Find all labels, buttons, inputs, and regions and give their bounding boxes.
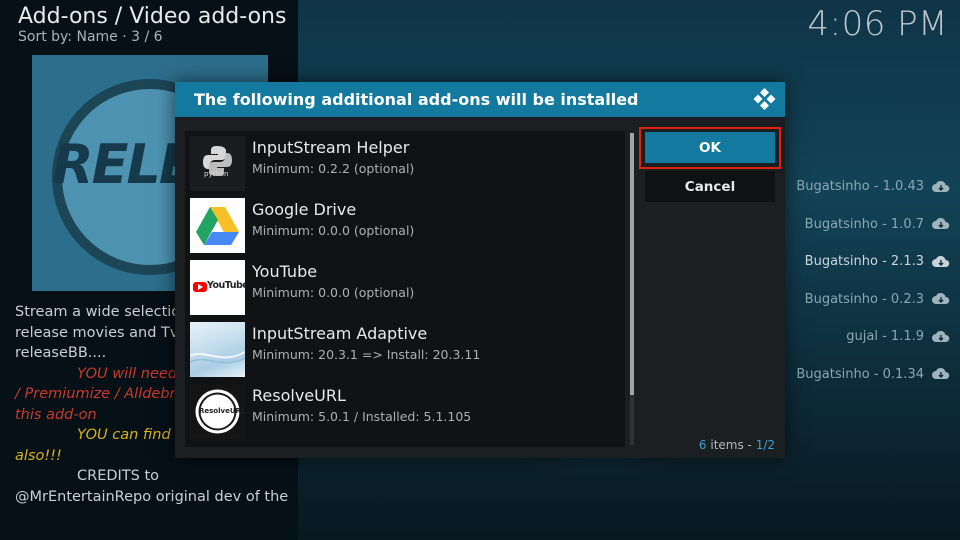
item-name: InputStream Adaptive [252, 324, 428, 343]
resolveurl-icon: ResolveURL [190, 384, 245, 439]
item-name: ResolveURL [252, 386, 346, 405]
version-item[interactable]: Bugatsinho - 0.1.34 [780, 356, 950, 394]
desc-line: @MrEntertainRepo original dev of the [15, 488, 289, 505]
dialog-header: The following additional add-ons will be… [175, 82, 785, 117]
item-desc: Minimum: 0.0.0 (optional) [252, 285, 415, 300]
version-item[interactable]: Bugatsinho - 1.0.7 [780, 206, 950, 244]
version-label: gujal - 1.1.9 [846, 329, 924, 345]
google-drive-icon [190, 198, 245, 253]
list-item[interactable]: python InputStream Helper Minimum: 0.2.2… [190, 133, 620, 191]
kodi-logo-icon [753, 88, 776, 110]
python-icon: python [190, 136, 245, 191]
version-item[interactable]: Bugatsinho - 1.0.43 [780, 168, 950, 206]
version-label: Bugatsinho - 2.1.3 [804, 254, 924, 270]
clock: 4:06 PM [807, 4, 948, 44]
list-item[interactable]: YouTube YouTube Minimum: 0.0.0 (optional… [190, 257, 620, 315]
list-scrollbar-track[interactable] [630, 395, 634, 445]
items-count: 6 items - 1/2 [699, 438, 775, 452]
dependencies-dialog: The following additional add-ons will be… [175, 82, 785, 458]
version-item[interactable]: Bugatsinho - 2.1.3 [780, 243, 950, 281]
item-desc: Minimum: 20.3.1 => Install: 20.3.11 [252, 347, 481, 362]
python-icon-label: python [204, 170, 229, 178]
dialog-title: The following additional add-ons will be… [194, 90, 639, 109]
items-count-page: 1/2 [755, 438, 775, 452]
sort-info: Sort by: Name · 3 / 6 [18, 29, 163, 45]
items-count-number: 6 [698, 438, 707, 452]
cancel-button[interactable]: Cancel [645, 171, 775, 202]
list-item[interactable]: InputStream Adaptive Minimum: 20.3.1 => … [190, 319, 620, 377]
version-list: Bugatsinho - 1.0.43 Bugatsinho - 1.0.7 B… [780, 168, 950, 393]
cloud-download-icon [932, 218, 950, 230]
item-desc: Minimum: 0.0.0 (optional) [252, 223, 415, 238]
cloud-download-icon [932, 293, 950, 305]
version-label: Bugatsinho - 1.0.7 [804, 216, 924, 232]
version-label: Bugatsinho - 0.2.3 [804, 291, 924, 307]
list-item[interactable]: Google Drive Minimum: 0.0.0 (optional) [190, 195, 620, 253]
youtube-icon-label: YouTube [207, 280, 245, 291]
inputstream-adaptive-icon [190, 322, 245, 377]
ok-button[interactable]: OK [645, 132, 775, 163]
list-item[interactable]: ResolveURL ResolveURL Minimum: 5.0.1 / I… [190, 381, 620, 439]
item-name: YouTube [252, 262, 318, 281]
version-label: Bugatsinho - 0.1.34 [796, 366, 924, 382]
item-desc: Minimum: 0.2.2 (optional) [252, 161, 415, 176]
list-scrollbar-thumb[interactable] [630, 133, 634, 395]
version-label: Bugatsinho - 1.0.43 [796, 179, 924, 195]
cloud-download-icon [932, 255, 950, 267]
item-name: InputStream Helper [252, 138, 410, 157]
resolveurl-icon-label: ResolveURL [199, 407, 245, 415]
cloud-download-icon [932, 330, 950, 342]
items-count-text: items - [706, 438, 756, 452]
item-name: Google Drive [252, 200, 357, 219]
cloud-download-icon [932, 180, 950, 192]
version-item[interactable]: Bugatsinho - 0.2.3 [780, 281, 950, 319]
addon-list: python InputStream Helper Minimum: 0.2.2… [185, 131, 625, 447]
version-item[interactable]: gujal - 1.1.9 [780, 318, 950, 356]
item-desc: Minimum: 5.0.1 / Installed: 5.1.105 [252, 409, 472, 424]
desc-line: CREDITS to [77, 468, 160, 484]
page-title: Add-ons / Video add-ons [18, 4, 287, 29]
cloud-download-icon [932, 368, 950, 380]
youtube-icon: YouTube [190, 260, 245, 315]
